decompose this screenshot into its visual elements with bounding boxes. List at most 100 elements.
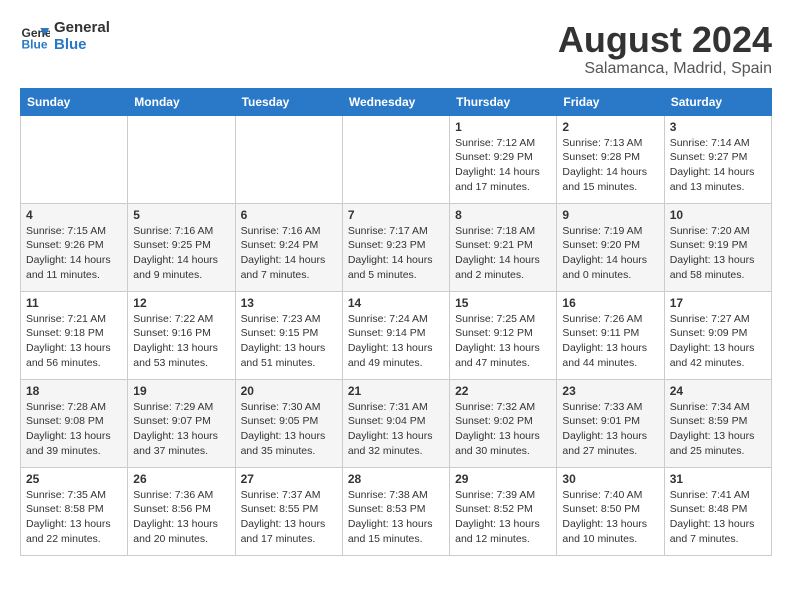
calendar-cell [128, 115, 235, 203]
day-number: 19 [133, 384, 229, 398]
day-number: 26 [133, 472, 229, 486]
day-info: Sunrise: 7:27 AM Sunset: 9:09 PM Dayligh… [670, 312, 766, 371]
calendar-cell: 12 Sunrise: 7:22 AM Sunset: 9:16 PM Dayli… [128, 291, 235, 379]
day-info: Sunrise: 7:16 AM Sunset: 9:25 PM Dayligh… [133, 224, 229, 283]
weekday-header-monday: Monday [128, 88, 235, 115]
day-number: 16 [562, 296, 658, 310]
calendar-cell: 30Sunrise: 7:40 AM Sunset: 8:50 PM Dayli… [557, 467, 664, 555]
calendar-cell: 20 Sunrise: 7:30 AM Sunset: 9:05 PM Dayli… [235, 379, 342, 467]
day-info: Sunrise: 7:30 AM Sunset: 9:05 PM Dayligh… [241, 400, 337, 459]
day-number: 9 [562, 208, 658, 222]
day-number: 17 [670, 296, 766, 310]
day-info: Sunrise: 7:12 AM Sunset: 9:29 PM Dayligh… [455, 136, 551, 195]
day-info: Sunrise: 7:41 AM Sunset: 8:48 PM Dayligh… [670, 488, 766, 547]
calendar-cell: 14Sunrise: 7:24 AM Sunset: 9:14 PM Dayli… [342, 291, 449, 379]
page-header: General Blue General Blue August 2024 Sa… [20, 20, 772, 78]
calendar-week-5: 25 Sunrise: 7:35 AM Sunset: 8:58 PM Dayli… [21, 467, 772, 555]
calendar-cell: 31 Sunrise: 7:41 AM Sunset: 8:48 PM Dayli… [664, 467, 771, 555]
weekday-header-sunday: Sunday [21, 88, 128, 115]
calendar-cell: 27Sunrise: 7:37 AM Sunset: 8:55 PM Dayli… [235, 467, 342, 555]
day-info: Sunrise: 7:40 AM Sunset: 8:50 PM Dayligh… [562, 488, 658, 547]
calendar-week-2: 4 Sunrise: 7:15 AM Sunset: 9:26 PM Daylig… [21, 203, 772, 291]
day-info: Sunrise: 7:38 AM Sunset: 8:53 PM Dayligh… [348, 488, 444, 547]
weekday-header-thursday: Thursday [450, 88, 557, 115]
day-number: 10 [670, 208, 766, 222]
day-info: Sunrise: 7:25 AM Sunset: 9:12 PM Dayligh… [455, 312, 551, 371]
day-number: 11 [26, 296, 122, 310]
calendar-cell: 26 Sunrise: 7:36 AM Sunset: 8:56 PM Dayli… [128, 467, 235, 555]
logo-icon: General Blue [20, 22, 50, 52]
calendar-cell: 28 Sunrise: 7:38 AM Sunset: 8:53 PM Dayli… [342, 467, 449, 555]
calendar-cell: 21Sunrise: 7:31 AM Sunset: 9:04 PM Dayli… [342, 379, 449, 467]
calendar-cell: 23 Sunrise: 7:33 AM Sunset: 9:01 PM Dayli… [557, 379, 664, 467]
day-info: Sunrise: 7:33 AM Sunset: 9:01 PM Dayligh… [562, 400, 658, 459]
day-number: 4 [26, 208, 122, 222]
day-number: 2 [562, 120, 658, 134]
day-number: 20 [241, 384, 337, 398]
calendar-cell: 22 Sunrise: 7:32 AM Sunset: 9:02 PM Dayli… [450, 379, 557, 467]
calendar-cell: 10Sunrise: 7:20 AM Sunset: 9:19 PM Dayli… [664, 203, 771, 291]
day-number: 5 [133, 208, 229, 222]
day-number: 3 [670, 120, 766, 134]
calendar-cell: 16 Sunrise: 7:26 AM Sunset: 9:11 PM Dayli… [557, 291, 664, 379]
calendar-cell: 5 Sunrise: 7:16 AM Sunset: 9:25 PM Daylig… [128, 203, 235, 291]
logo-general: General [54, 20, 110, 37]
calendar-cell: 8 Sunrise: 7:18 AM Sunset: 9:21 PM Daylig… [450, 203, 557, 291]
day-info: Sunrise: 7:29 AM Sunset: 9:07 PM Dayligh… [133, 400, 229, 459]
day-number: 23 [562, 384, 658, 398]
day-number: 7 [348, 208, 444, 222]
calendar-cell: 15 Sunrise: 7:25 AM Sunset: 9:12 PM Dayli… [450, 291, 557, 379]
weekday-header-friday: Friday [557, 88, 664, 115]
calendar-cell: 18Sunrise: 7:28 AM Sunset: 9:08 PM Dayli… [21, 379, 128, 467]
day-number: 28 [348, 472, 444, 486]
day-number: 15 [455, 296, 551, 310]
day-info: Sunrise: 7:35 AM Sunset: 8:58 PM Dayligh… [26, 488, 122, 547]
day-info: Sunrise: 7:19 AM Sunset: 9:20 PM Dayligh… [562, 224, 658, 283]
calendar-cell: 3 Sunrise: 7:14 AM Sunset: 9:27 PM Daylig… [664, 115, 771, 203]
day-info: Sunrise: 7:36 AM Sunset: 8:56 PM Dayligh… [133, 488, 229, 547]
day-info: Sunrise: 7:16 AM Sunset: 9:24 PM Dayligh… [241, 224, 337, 283]
day-info: Sunrise: 7:17 AM Sunset: 9:23 PM Dayligh… [348, 224, 444, 283]
day-number: 18 [26, 384, 122, 398]
day-info: Sunrise: 7:24 AM Sunset: 9:14 PM Dayligh… [348, 312, 444, 371]
day-number: 29 [455, 472, 551, 486]
day-number: 21 [348, 384, 444, 398]
day-info: Sunrise: 7:22 AM Sunset: 9:16 PM Dayligh… [133, 312, 229, 371]
day-info: Sunrise: 7:14 AM Sunset: 9:27 PM Dayligh… [670, 136, 766, 195]
calendar-cell [235, 115, 342, 203]
day-info: Sunrise: 7:21 AM Sunset: 9:18 PM Dayligh… [26, 312, 122, 371]
day-number: 31 [670, 472, 766, 486]
day-number: 25 [26, 472, 122, 486]
calendar-cell: 19 Sunrise: 7:29 AM Sunset: 9:07 PM Dayli… [128, 379, 235, 467]
day-number: 6 [241, 208, 337, 222]
calendar-cell: 6 Sunrise: 7:16 AM Sunset: 9:24 PM Daylig… [235, 203, 342, 291]
day-number: 1 [455, 120, 551, 134]
calendar-cell [342, 115, 449, 203]
svg-text:Blue: Blue [22, 37, 48, 51]
calendar-cell: 2 Sunrise: 7:13 AM Sunset: 9:28 PM Daylig… [557, 115, 664, 203]
day-info: Sunrise: 7:23 AM Sunset: 9:15 PM Dayligh… [241, 312, 337, 371]
title-block: August 2024 Salamanca, Madrid, Spain [558, 20, 772, 78]
calendar-table: SundayMondayTuesdayWednesdayThursdayFrid… [20, 88, 772, 556]
calendar-week-4: 18Sunrise: 7:28 AM Sunset: 9:08 PM Dayli… [21, 379, 772, 467]
day-number: 12 [133, 296, 229, 310]
day-number: 8 [455, 208, 551, 222]
calendar-cell: 13 Sunrise: 7:23 AM Sunset: 9:15 PM Dayli… [235, 291, 342, 379]
day-info: Sunrise: 7:15 AM Sunset: 9:26 PM Dayligh… [26, 224, 122, 283]
calendar-week-1: 1 Sunrise: 7:12 AM Sunset: 9:29 PM Daylig… [21, 115, 772, 203]
day-info: Sunrise: 7:13 AM Sunset: 9:28 PM Dayligh… [562, 136, 658, 195]
day-number: 24 [670, 384, 766, 398]
day-info: Sunrise: 7:32 AM Sunset: 9:02 PM Dayligh… [455, 400, 551, 459]
calendar-cell: 24 Sunrise: 7:34 AM Sunset: 8:59 PM Dayli… [664, 379, 771, 467]
calendar-cell: 1 Sunrise: 7:12 AM Sunset: 9:29 PM Daylig… [450, 115, 557, 203]
day-info: Sunrise: 7:26 AM Sunset: 9:11 PM Dayligh… [562, 312, 658, 371]
day-info: Sunrise: 7:34 AM Sunset: 8:59 PM Dayligh… [670, 400, 766, 459]
day-number: 13 [241, 296, 337, 310]
day-info: Sunrise: 7:18 AM Sunset: 9:21 PM Dayligh… [455, 224, 551, 283]
weekday-header-tuesday: Tuesday [235, 88, 342, 115]
weekday-header-saturday: Saturday [664, 88, 771, 115]
logo-blue: Blue [54, 37, 110, 54]
calendar-cell: 25 Sunrise: 7:35 AM Sunset: 8:58 PM Dayli… [21, 467, 128, 555]
day-number: 22 [455, 384, 551, 398]
weekday-header-wednesday: Wednesday [342, 88, 449, 115]
